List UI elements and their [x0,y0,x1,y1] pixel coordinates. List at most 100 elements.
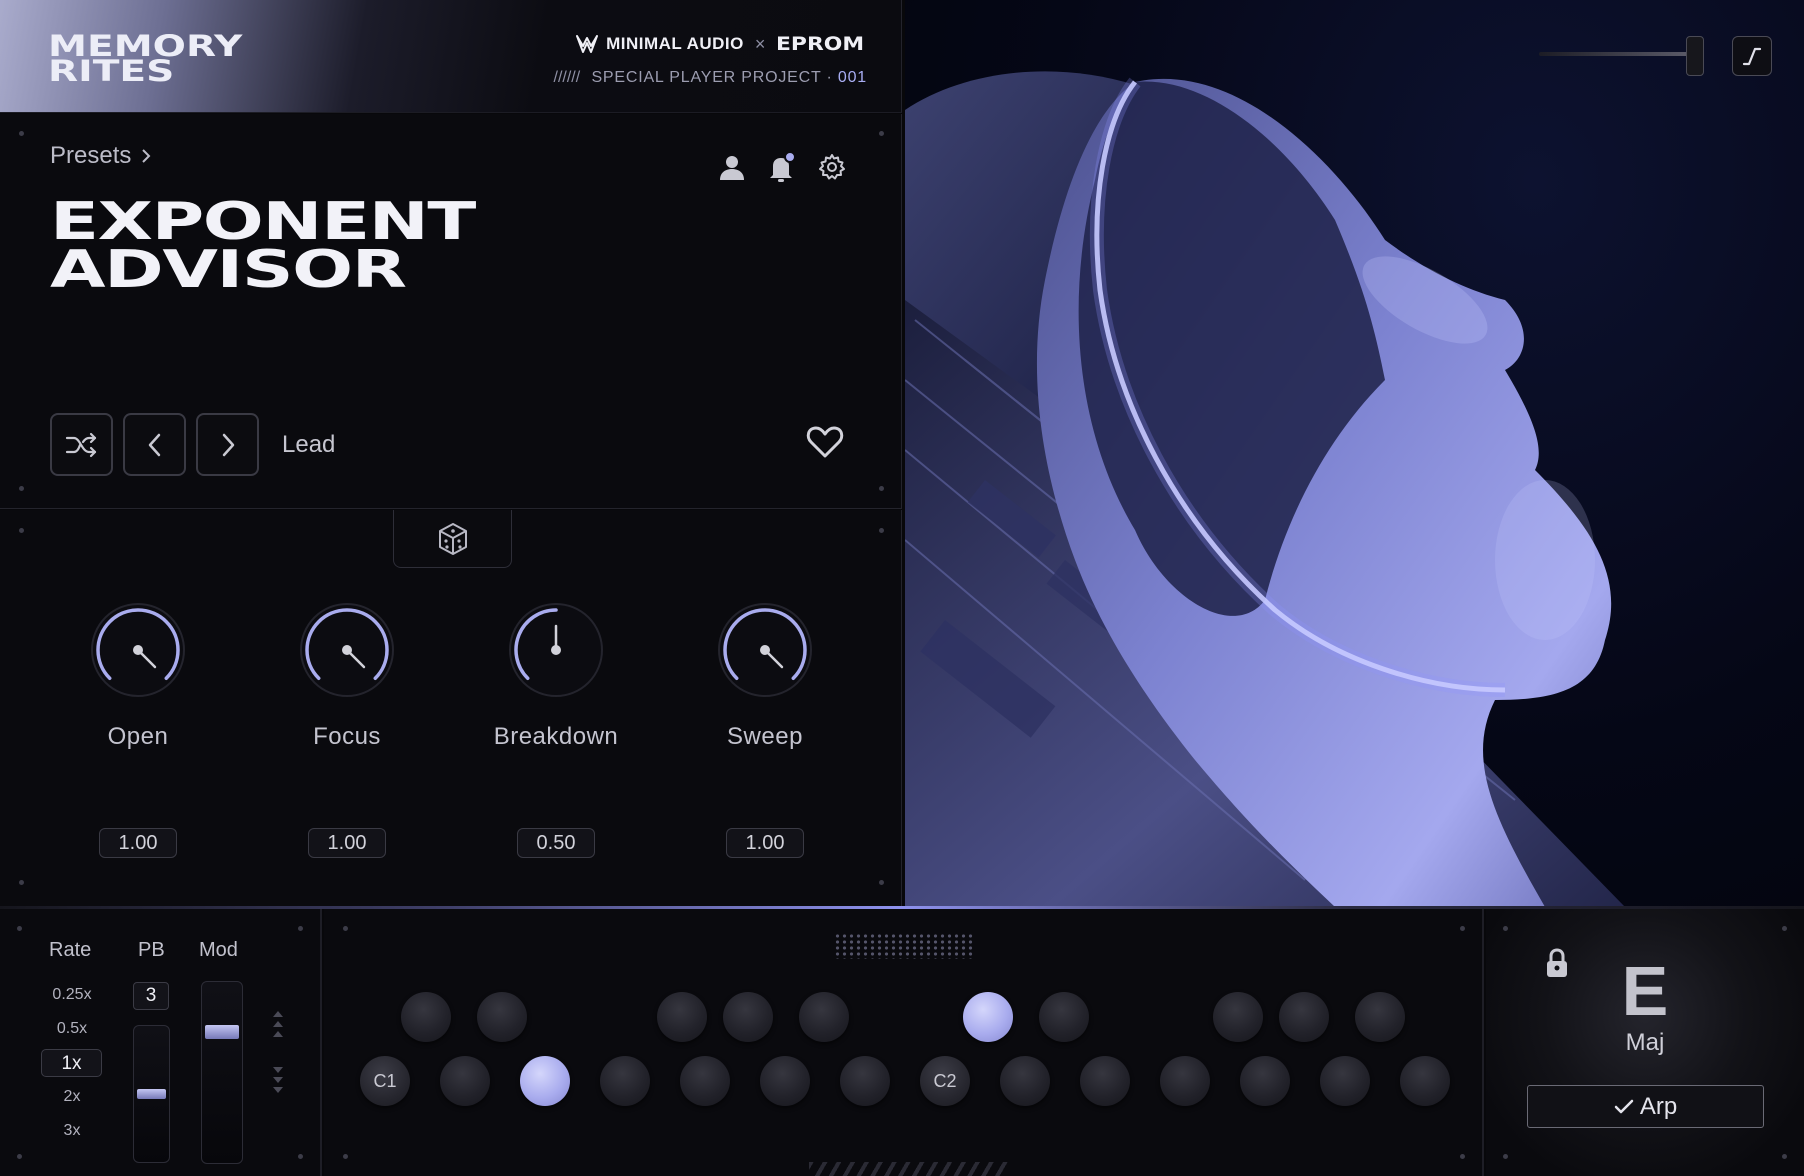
rate-header: Rate [49,939,92,961]
white-key[interactable] [760,1056,810,1106]
open-knob[interactable] [90,602,186,698]
drag-grip[interactable] [834,933,974,959]
macro-sweep: Sweep [685,602,845,751]
preset-category: Lead [282,431,336,458]
sweep-knob[interactable] [717,602,813,698]
key-quality[interactable]: Maj [1486,1029,1804,1057]
white-key-c1[interactable]: C1 [360,1056,410,1106]
mod-wheel[interactable] [201,981,243,1164]
rate-option-selected[interactable]: 1x [41,1049,102,1077]
header-banner: MEMORY RITES MINIMAL AUDIO × EPROM /////… [0,0,902,113]
black-key[interactable] [1039,992,1089,1042]
macro-breakdown: Breakdown [476,602,636,751]
corner-dot [1782,1154,1787,1159]
breakdown-knob[interactable] [508,602,604,698]
macro-focus: Focus [267,602,427,751]
product-logo: MEMORY RITES [48,32,242,86]
black-key[interactable] [799,992,849,1042]
presets-browser-link[interactable]: Presets [50,142,153,170]
knob-hub [760,645,770,655]
knob-hub [133,645,143,655]
randomize-macros-button[interactable] [393,510,512,568]
focus-value[interactable]: 1.00 [308,828,386,858]
rate-option[interactable]: 0.5x [40,1015,104,1043]
mod-wheel-handle[interactable] [205,1025,239,1040]
white-key[interactable] [1080,1056,1130,1106]
preset-navigation [50,413,259,476]
white-key-active[interactable] [520,1056,570,1106]
white-key[interactable] [1320,1056,1370,1106]
corner-dot [17,1154,22,1159]
account-toolbar [717,151,847,182]
next-preset-button[interactable] [196,413,259,476]
output-level-track[interactable] [1539,52,1689,56]
bell-icon [770,151,796,182]
preset-name: EXPONENT ADVISOR [50,192,476,300]
white-key-c2[interactable]: C2 [920,1056,970,1106]
envelope-icon [1742,47,1762,66]
knob-hub [342,645,352,655]
heart-icon [806,426,844,458]
knob-hub [551,645,561,655]
arp-label: Arp [1639,1092,1678,1120]
white-key[interactable] [840,1056,890,1106]
breakdown-value[interactable]: 0.50 [517,828,595,858]
brand-eprom: EPROM [776,33,865,55]
white-key[interactable] [600,1056,650,1106]
key-root[interactable]: E [1486,951,1804,1031]
open-value[interactable]: 1.00 [99,828,177,858]
corner-dot [1460,926,1465,931]
output-level-thumb[interactable] [1686,36,1704,76]
dice-icon [438,522,467,555]
rate-option[interactable]: 0.25x [40,981,104,1009]
black-key[interactable] [477,992,527,1042]
black-key[interactable] [401,992,451,1042]
shuffle-preset-button[interactable] [50,413,113,476]
notifications-button[interactable] [767,151,797,182]
preset-name-line-1: EXPONENT [50,192,476,252]
check-icon [1614,1099,1634,1113]
user-icon [720,156,744,180]
preset-name-line-2: ADVISOR [50,240,407,300]
favorite-button[interactable] [805,424,845,465]
corner-dot [19,486,24,491]
white-key[interactable] [1160,1056,1210,1106]
white-key[interactable] [1400,1056,1450,1106]
pitch-bend-handle[interactable] [137,1089,166,1099]
subline-slashes: ////// [553,69,581,86]
black-key[interactable] [723,992,773,1042]
octave-arrows-icon[interactable] [271,1011,285,1111]
black-key-active[interactable] [963,992,1013,1042]
preset-panel: Presets EXPONENT ADVISOR Lead [0,114,902,509]
chevron-right-icon [222,433,234,456]
chevron-right-icon [142,149,151,163]
white-key[interactable] [1240,1056,1290,1106]
pitch-bend-range[interactable]: 3 [133,982,169,1010]
arp-toggle[interactable]: Arp [1527,1085,1764,1128]
previous-preset-button[interactable] [123,413,186,476]
white-key[interactable] [1000,1056,1050,1106]
corner-dot [343,1154,348,1159]
black-key[interactable] [1213,992,1263,1042]
black-key[interactable] [1279,992,1329,1042]
black-key[interactable] [1355,992,1405,1042]
envelope-button[interactable] [1732,36,1772,76]
settings-button[interactable] [817,152,847,182]
brand-lockup: MINIMAL AUDIO × EPROM [576,33,865,55]
macro-label: Sweep [727,723,803,750]
shuffle-icon [65,432,96,457]
black-key[interactable] [657,992,707,1042]
corner-dot [19,131,24,136]
rate-option[interactable]: 3x [40,1117,104,1145]
corner-dot [19,528,24,533]
white-key[interactable] [440,1056,490,1106]
pitch-bend-wheel[interactable] [133,1025,170,1163]
brand-separator: × [754,33,766,54]
sweep-value[interactable]: 1.00 [726,828,804,858]
rate-option[interactable]: 2x [40,1083,104,1111]
white-key[interactable] [680,1056,730,1106]
user-button[interactable] [717,152,747,182]
focus-knob[interactable] [299,602,395,698]
chevron-left-icon [148,433,160,456]
macro-panel: Open Focus Breakdown Sweep 1.00 1.00 0.5… [0,510,902,907]
